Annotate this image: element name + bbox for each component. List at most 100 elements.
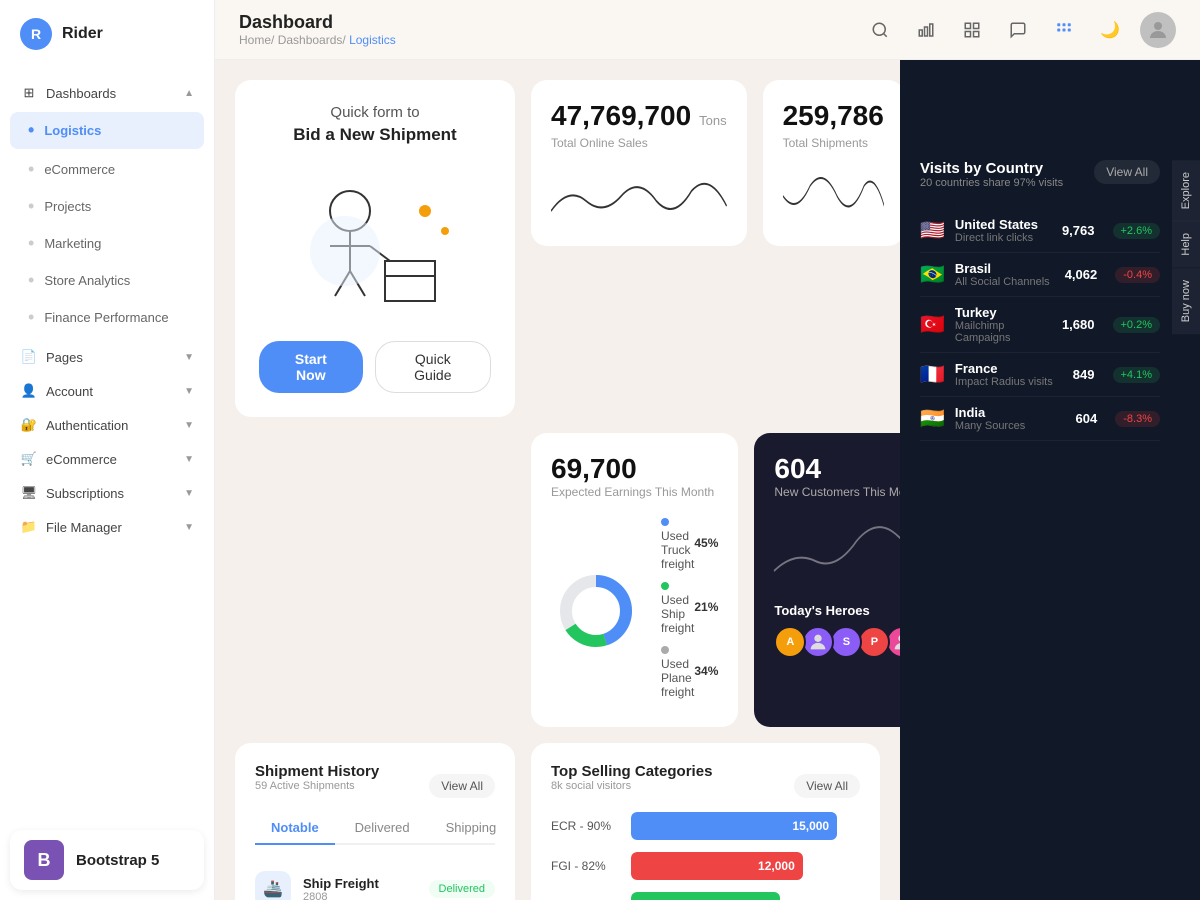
buy-now-tab[interactable]: Buy now xyxy=(1172,268,1200,334)
bar-fill-eoq: 10,000 xyxy=(631,892,780,900)
search-icon[interactable] xyxy=(864,14,896,46)
start-now-button[interactable]: Start Now xyxy=(259,341,363,393)
countries-list: 🇺🇸 United States Direct link clicks 9,76… xyxy=(920,209,1160,441)
countries-title: Visits by Country xyxy=(920,160,1063,177)
top-selling-card: Top Selling Categories 8k social visitor… xyxy=(531,743,880,900)
logo-circle: R xyxy=(20,18,52,50)
sidebar-item-marketing[interactable]: Marketing xyxy=(0,225,214,262)
shipment-view-all-button[interactable]: View All xyxy=(429,774,495,798)
nav-section-header-account[interactable]: 👤 Account ▼ xyxy=(0,374,214,408)
help-tab[interactable]: Help xyxy=(1172,221,1200,268)
shipment-row: 🚢 Ship Freight 2808 Delivered xyxy=(255,861,495,900)
nav-section-header-dashboards[interactable]: ⊞ Dashboards ▲ xyxy=(0,76,214,110)
header-right: 🌙 xyxy=(864,12,1176,48)
countries-title-group: Visits by Country 20 countries share 97%… xyxy=(920,160,1063,205)
sidebar-item-logistics[interactable]: Logistics xyxy=(10,112,204,149)
bar-row-eoq: EOQ - 75% 10,000 xyxy=(551,892,860,900)
user-avatar[interactable] xyxy=(1140,12,1176,48)
header-left: Dashboard Home/ Dashboards/ Logistics xyxy=(239,12,396,47)
flag-fr: 🇫🇷 xyxy=(920,362,945,387)
countries-header-row xyxy=(920,80,1160,140)
nav-section-header-auth[interactable]: 🔐 Authentication ▼ xyxy=(0,408,214,442)
pages-icon: 📄 xyxy=(20,348,38,366)
theme-icon[interactable]: 🌙 xyxy=(1094,14,1126,46)
total-shipments-label: Total Shipments xyxy=(783,136,884,150)
legend-ship: Used Ship freight 21% xyxy=(661,579,718,635)
bottom-grid: Shipment History 59 Active Shipments Vie… xyxy=(235,743,880,900)
right-panel: Explore Help Buy now Visits by Country xyxy=(900,60,1200,900)
bar-wrap-eoq: 10,000 xyxy=(631,892,860,900)
country-visits-fr: 849 xyxy=(1073,367,1095,382)
breadcrumb-home[interactable]: Home/ xyxy=(239,33,274,47)
quick-guide-button[interactable]: Quick Guide xyxy=(375,341,491,393)
tab-notable[interactable]: Notable xyxy=(255,812,335,845)
countries-subtitle: 20 countries share 97% visits xyxy=(920,177,1063,189)
total-sales-number: 47,769,700 xyxy=(551,100,691,132)
country-visits-tr: 1,680 xyxy=(1062,317,1095,332)
new-customers-card: 604 New Customers This Month Today's Her… xyxy=(754,433,900,727)
explore-tab[interactable]: Explore xyxy=(1172,160,1200,221)
country-visits-us: 9,763 xyxy=(1062,223,1095,238)
earnings-number: 69,700 xyxy=(551,453,718,485)
country-visits-in: 604 xyxy=(1076,411,1098,426)
tab-delivered[interactable]: Delivered xyxy=(339,812,426,843)
grid-icon: ⊞ xyxy=(20,84,38,102)
auth-icon: 🔐 xyxy=(20,416,38,434)
total-sales-label: Total Online Sales xyxy=(551,136,727,150)
main-area: Dashboard Home/ Dashboards/ Logistics xyxy=(215,0,1200,900)
country-row-fr: 🇫🇷 France Impact Radius visits 849 +4.1% xyxy=(920,353,1160,397)
sidebar: R Rider ⊞ Dashboards ▲ Logistics eCommer… xyxy=(0,0,215,900)
ship-freight-info: Ship Freight 2808 xyxy=(303,876,417,900)
nav-section-header-files[interactable]: 📁 File Manager ▼ xyxy=(0,510,214,544)
country-row-us: 🇺🇸 United States Direct link clicks 9,76… xyxy=(920,209,1160,253)
nav-section-header-subs[interactable]: 🖥 Subscriptions ▼ xyxy=(0,476,214,510)
country-change-us: +2.6% xyxy=(1113,223,1161,239)
donut-legends: Used Truck freight 45% Used Ship freight… xyxy=(661,515,718,707)
quick-form-subtitle: Bid a New Shipment xyxy=(293,125,456,145)
chart-icon[interactable] xyxy=(910,14,942,46)
ship-freight-detail: 2808 xyxy=(303,891,417,900)
top-selling-view-all-button[interactable]: View All xyxy=(794,774,860,798)
shipment-card-header: Shipment History 59 Active Shipments Vie… xyxy=(255,763,495,808)
breadcrumb-dashboards[interactable]: Dashboards/ xyxy=(278,33,346,47)
message-icon[interactable] xyxy=(1002,14,1034,46)
bar-wrap-fgi: 12,000 xyxy=(631,852,860,880)
chevron-up-icon: ▲ xyxy=(184,88,194,99)
flag-us: 🇺🇸 xyxy=(920,218,945,243)
top-grid: Quick form to Bid a New Shipment xyxy=(235,80,880,417)
country-info-us: United States Direct link clicks xyxy=(955,217,1052,244)
country-name-tr: Turkey xyxy=(955,305,1052,320)
sidebar-logo: R Rider xyxy=(0,0,214,68)
bar-row-ecr: ECR - 90% 15,000 xyxy=(551,812,860,840)
nav-section-header-ecom[interactable]: 🛒 eCommerce ▼ xyxy=(0,442,214,476)
country-row-in: 🇮🇳 India Many Sources 604 -8.3% xyxy=(920,397,1160,441)
country-info-fr: France Impact Radius visits xyxy=(955,361,1063,388)
sidebar-item-ecommerce[interactable]: eCommerce xyxy=(0,151,214,188)
new-customers-label: New Customers This Month xyxy=(774,485,900,499)
sidebar-item-projects[interactable]: Projects xyxy=(0,188,214,225)
page-title: Dashboard xyxy=(239,12,396,33)
sidebar-item-finance-performance[interactable]: Finance Performance xyxy=(0,299,214,336)
country-change-fr: +4.1% xyxy=(1113,367,1161,383)
sidebar-item-store-analytics[interactable]: Store Analytics xyxy=(0,262,214,299)
earnings-label: Expected Earnings This Month xyxy=(551,485,718,499)
nav-section-header-pages[interactable]: 📄 Pages ▼ xyxy=(0,340,214,374)
top-selling-header: Top Selling Categories 8k social visitor… xyxy=(551,763,860,808)
country-name-fr: France xyxy=(955,361,1063,376)
country-info-br: Brasil All Social Channels xyxy=(955,261,1055,288)
account-icon: 👤 xyxy=(20,382,38,400)
countries-panel: Visits by Country 20 countries share 97%… xyxy=(900,60,1200,900)
bootstrap-text: Bootstrap 5 xyxy=(76,852,159,869)
apps-icon[interactable] xyxy=(1048,14,1080,46)
country-name-in: India xyxy=(955,405,1066,420)
grid-icon[interactable] xyxy=(956,14,988,46)
donut-chart xyxy=(551,566,641,656)
total-sales-card: 47,769,700 Tons Total Online Sales xyxy=(531,80,747,246)
content-main: Quick form to Bid a New Shipment xyxy=(215,60,900,900)
countries-view-all-button[interactable]: View All xyxy=(1094,160,1160,184)
second-row: 69,700 Expected Earnings This Month xyxy=(235,433,880,727)
tab-shipping[interactable]: Shipping xyxy=(430,812,513,843)
ecommerce-icon: 🛒 xyxy=(20,450,38,468)
side-tabs: Explore Help Buy now xyxy=(1172,160,1200,334)
quick-form-card: Quick form to Bid a New Shipment xyxy=(235,80,515,417)
